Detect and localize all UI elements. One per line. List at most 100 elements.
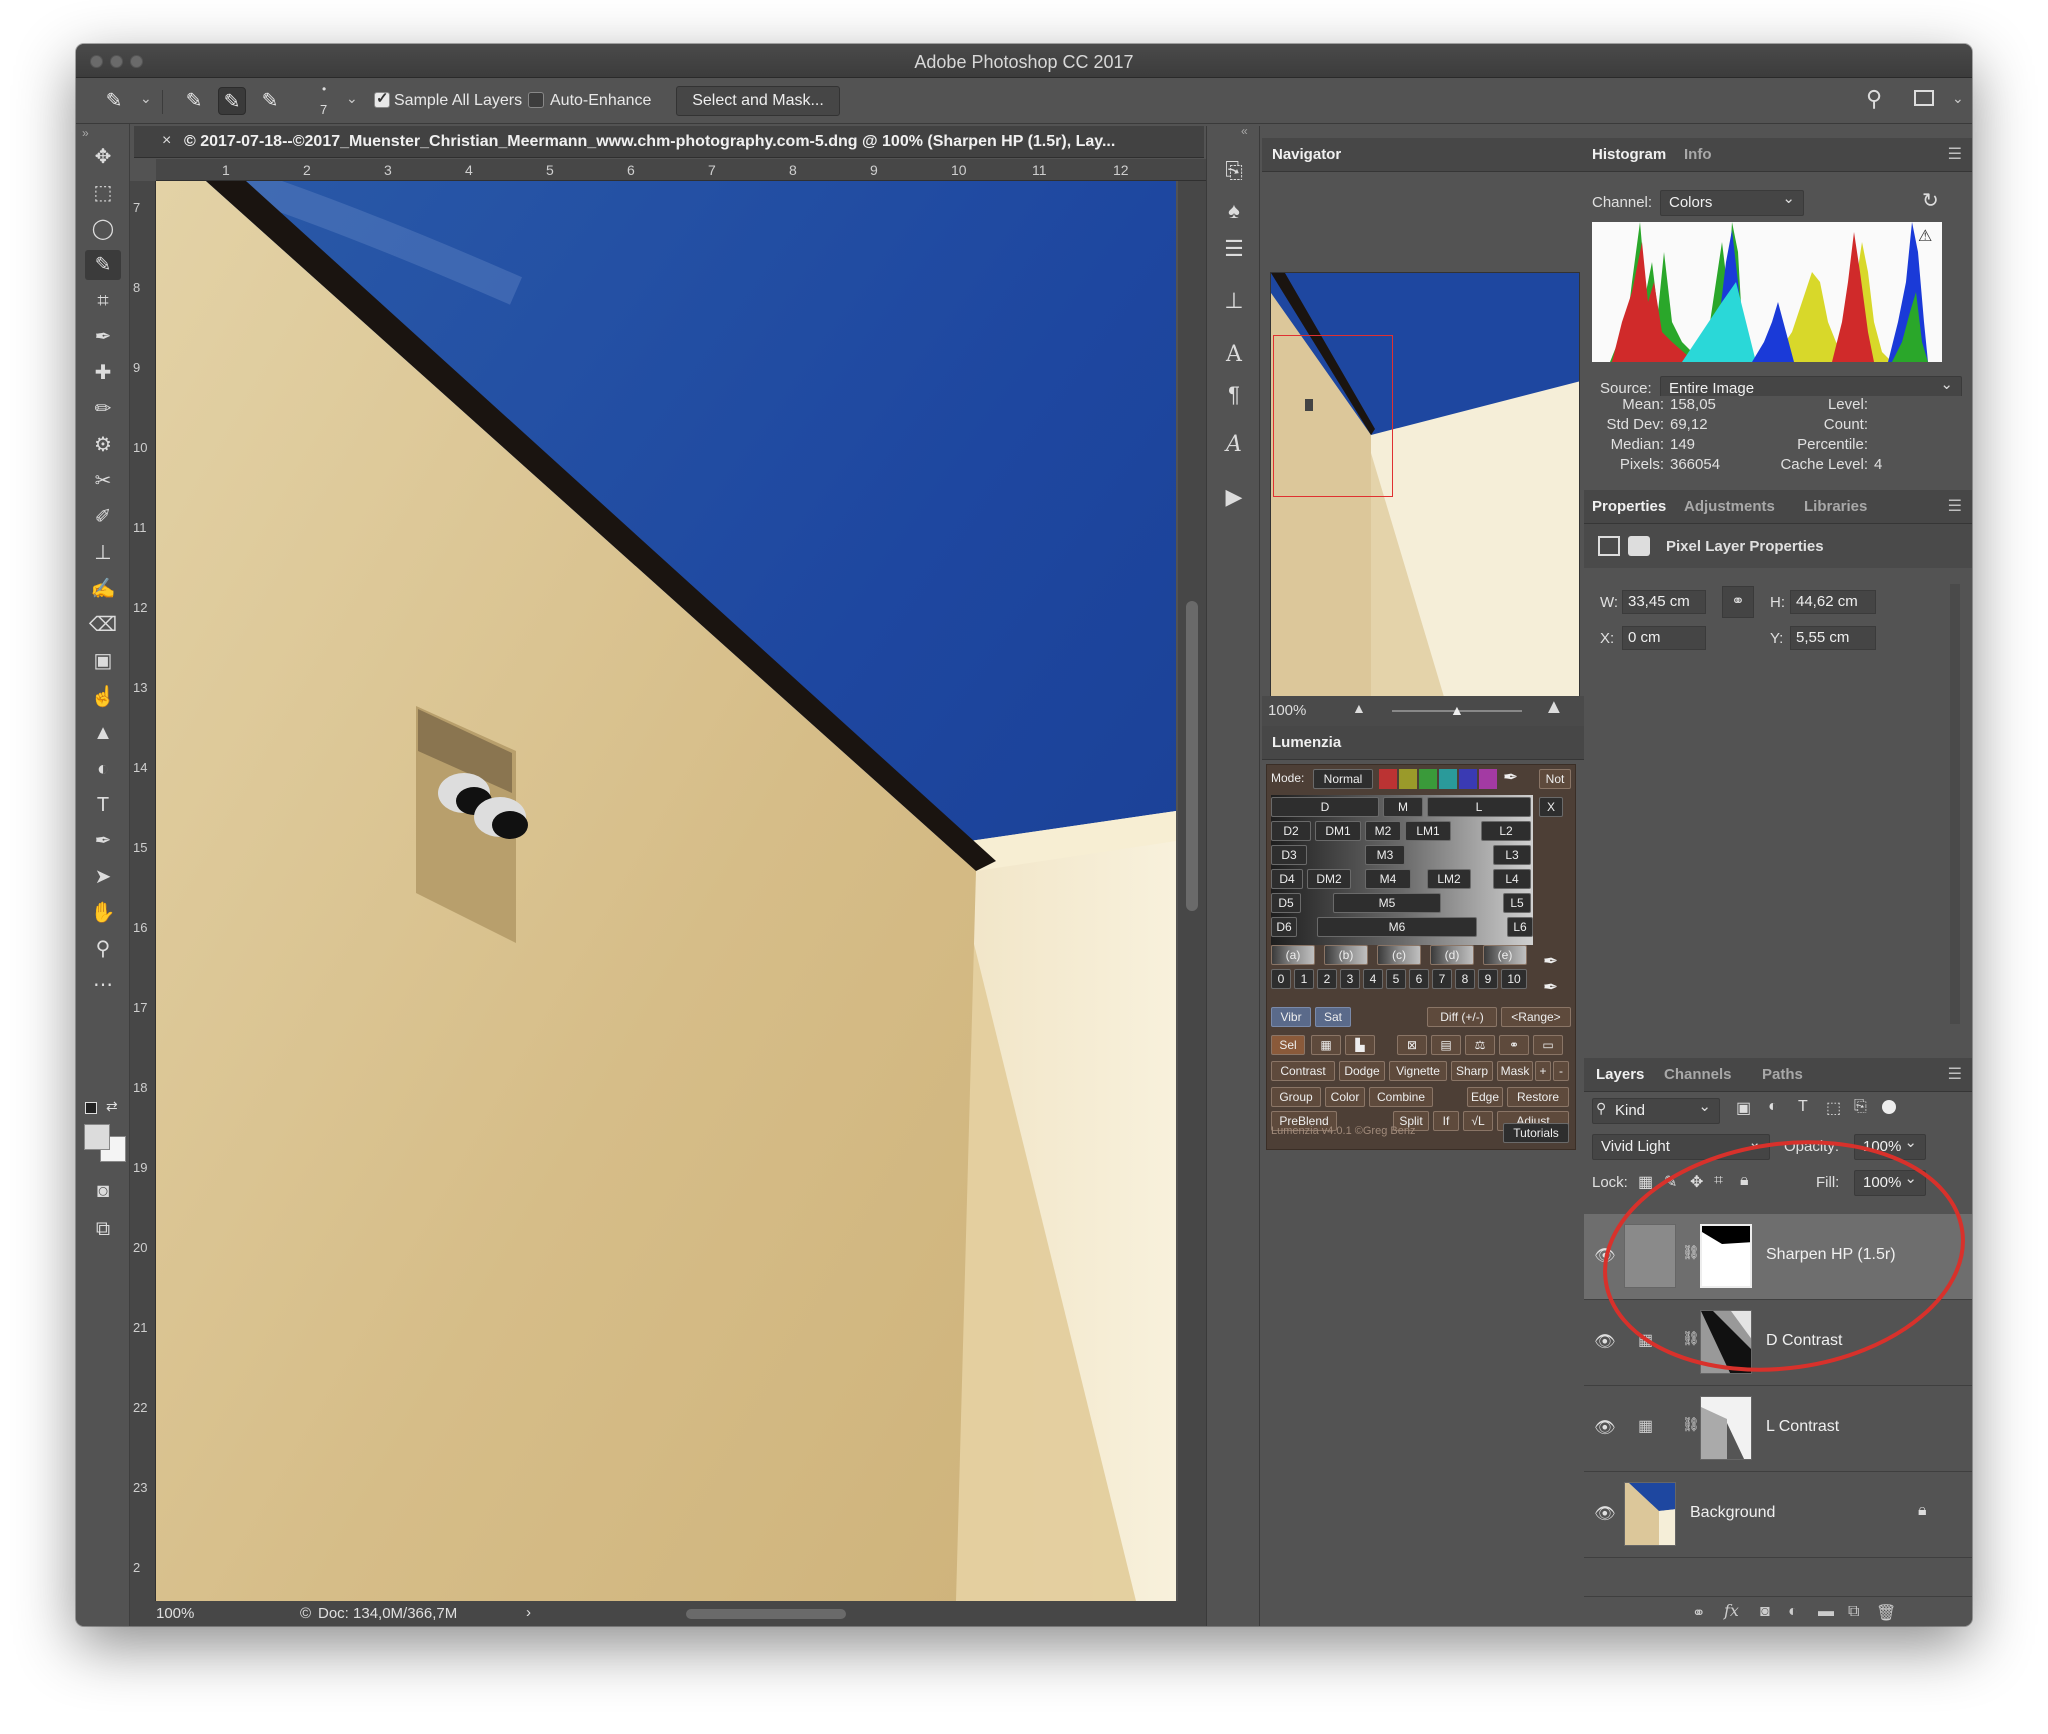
blue-swatch[interactable]: [1459, 769, 1477, 789]
lumenzia-action-button[interactable]: Color: [1325, 1087, 1365, 1107]
history-panel-icon[interactable]: ⎘: [1219, 156, 1249, 186]
search-icon[interactable]: ⚲: [1866, 86, 1882, 112]
tab-paths[interactable]: Paths: [1762, 1066, 1803, 1083]
x-field[interactable]: 0 cm: [1622, 626, 1706, 650]
visibility-eye-icon[interactable]: 👁︎: [1594, 1418, 1616, 1438]
layers-menu-icon[interactable]: ☰: [1948, 1064, 1962, 1084]
layer-mask-thumbnail[interactable]: [1700, 1396, 1752, 1460]
layer-filter-kind[interactable]: Kind: [1592, 1095, 1720, 1124]
blur-tool-icon[interactable]: ▲: [85, 718, 121, 748]
brush-size[interactable]: 7: [320, 102, 327, 117]
warning-icon[interactable]: ⚠: [1918, 226, 1932, 246]
tab-layers[interactable]: Layers: [1596, 1066, 1644, 1083]
red-swatch[interactable]: [1379, 769, 1397, 789]
lumenzia-action-button[interactable]: √L: [1463, 1111, 1493, 1131]
lumenzia-number-button[interactable]: 7: [1432, 969, 1452, 989]
lumenzia-levels-icon[interactable]: ▙: [1345, 1035, 1375, 1055]
lumenzia-zone-button[interactable]: L3: [1493, 845, 1531, 865]
tab-lumenzia[interactable]: Lumenzia: [1272, 734, 1341, 751]
lumenzia-zone-button[interactable]: D3: [1271, 845, 1307, 865]
layer-row[interactable]: 👁︎ ▦ ⛓ L Contrast: [1584, 1386, 1972, 1472]
lumenzia-not-button[interactable]: Not: [1539, 769, 1571, 789]
gradient-tool-icon[interactable]: ▣: [85, 646, 121, 676]
lumenzia-action-button[interactable]: Group: [1271, 1087, 1321, 1107]
magenta-swatch[interactable]: [1479, 769, 1497, 789]
mask-link-icon[interactable]: ⛓: [1682, 1416, 1700, 1433]
lumenzia-action-button[interactable]: +: [1535, 1061, 1551, 1081]
layer-name[interactable]: Sharpen HP (1.5r): [1766, 1246, 1896, 1264]
lumenzia-zone-button[interactable]: M: [1383, 797, 1423, 817]
mask-link-icon[interactable]: ⛓: [1682, 1244, 1700, 1261]
document-canvas[interactable]: [156, 181, 1176, 1601]
mask-link-icon[interactable]: ⛓: [1682, 1330, 1700, 1347]
lock-transparency-icon[interactable]: ▦: [1638, 1172, 1653, 1192]
lumenzia-zone-button[interactable]: LM2: [1427, 869, 1471, 889]
lumenzia-zone-button[interactable]: D: [1271, 797, 1379, 817]
new-layer-icon[interactable]: ⧉: [1848, 1603, 1859, 1621]
tab-navigator[interactable]: Navigator: [1272, 146, 1341, 163]
lumenzia-zone-button[interactable]: L5: [1503, 893, 1531, 913]
lumenzia-action-button[interactable]: Contrast: [1271, 1061, 1335, 1081]
zoom-in-icon[interactable]: ▲: [1544, 696, 1564, 719]
glyphs-panel-icon[interactable]: A: [1219, 430, 1249, 460]
curves-adjustment-icon[interactable]: ▦: [1638, 1416, 1653, 1436]
quick-selection-preset-icon[interactable]: ✎: [100, 87, 128, 115]
y-field[interactable]: 5,55 cm: [1790, 626, 1876, 650]
lumenzia-zone-button[interactable]: M4: [1365, 869, 1411, 889]
lock-all-icon[interactable]: 🔒︎: [1740, 1172, 1749, 1190]
lumenzia-dropper2-icon[interactable]: ✒: [1543, 951, 1558, 972]
stamp-tool-icon[interactable]: ⊥: [85, 538, 121, 568]
navigator-view-box[interactable]: [1273, 335, 1393, 497]
histogram-menu-icon[interactable]: ☰: [1948, 144, 1962, 164]
lumenzia-zone-button[interactable]: L: [1427, 797, 1531, 817]
lumenzia-zone-button[interactable]: M5: [1333, 893, 1441, 913]
swap-colors-icon[interactable]: ⇄: [106, 1098, 118, 1115]
tab-properties[interactable]: Properties: [1592, 498, 1666, 515]
lumenzia-number-button[interactable]: 2: [1317, 969, 1337, 989]
subtract-from-selection-icon[interactable]: ✎: [256, 87, 284, 115]
tab-channels[interactable]: Channels: [1664, 1066, 1732, 1083]
layer-row[interactable]: 👁︎ Background 🔒︎: [1584, 1472, 1972, 1558]
lumenzia-zone-button[interactable]: L6: [1507, 917, 1533, 937]
layer-row[interactable]: 👁︎ ▦ ⛓ D Contrast: [1584, 1300, 1972, 1386]
lumenzia-mode-select[interactable]: Normal: [1313, 769, 1373, 789]
lumenzia-action-button[interactable]: Sharp: [1451, 1061, 1493, 1081]
filter-type-icon[interactable]: T: [1798, 1098, 1808, 1116]
lumenzia-action-button[interactable]: Vignette: [1389, 1061, 1447, 1081]
horizontal-scrollbar-thumb[interactable]: [686, 1609, 846, 1619]
clone-stamp-tool-icon[interactable]: ⚙: [85, 430, 121, 460]
eraser-tool-icon[interactable]: ✐: [85, 502, 121, 532]
lumenzia-number-button[interactable]: 3: [1340, 969, 1360, 989]
lumenzia-action-button[interactable]: Mask: [1497, 1061, 1533, 1081]
clone-source-icon[interactable]: ⊥: [1219, 286, 1249, 316]
tab-adjustments[interactable]: Adjustments: [1684, 498, 1775, 515]
lumenzia-number-button[interactable]: 6: [1409, 969, 1429, 989]
move-tool-icon[interactable]: ✥: [85, 142, 121, 172]
mixer-brush-tool-icon[interactable]: ✍: [85, 574, 121, 604]
opacity-field[interactable]: 100%: [1854, 1131, 1926, 1160]
visibility-eye-icon[interactable]: 👁︎: [1594, 1332, 1616, 1352]
filter-adjustment-icon[interactable]: ◐: [1768, 1098, 1778, 1116]
path-selection-tool-icon[interactable]: ➤: [85, 862, 121, 892]
layer-row[interactable]: 👁︎ ⛓ Sharpen HP (1.5r): [1584, 1214, 1972, 1300]
healing-brush-tool-icon[interactable]: ✚: [85, 358, 121, 388]
lumenzia-sel-button[interactable]: Sel: [1271, 1035, 1305, 1055]
foreground-color-swatch[interactable]: [84, 1124, 110, 1150]
link-dimensions-icon[interactable]: ⚭: [1722, 586, 1754, 618]
lumenzia-zone-button[interactable]: M6: [1317, 917, 1477, 937]
zoom-tool-icon[interactable]: ⚲: [85, 934, 121, 964]
layer-mask-icon[interactable]: [1628, 536, 1650, 556]
lumenzia-letter-button[interactable]: (a): [1271, 945, 1315, 965]
lumenzia-curves-icon[interactable]: ▦: [1311, 1035, 1341, 1055]
lumenzia-number-button[interactable]: 8: [1455, 969, 1475, 989]
character-panel-icon[interactable]: A: [1219, 340, 1249, 370]
visibility-eye-icon[interactable]: 👁︎: [1594, 1504, 1616, 1524]
layer-name[interactable]: L Contrast: [1766, 1418, 1839, 1436]
lumenzia-action-button[interactable]: -: [1553, 1061, 1569, 1081]
lumenzia-zone-button[interactable]: D4: [1271, 869, 1303, 889]
lumenzia-number-button[interactable]: 10: [1501, 969, 1527, 989]
quick-mask-icon[interactable]: ◙: [85, 1176, 121, 1206]
lumenzia-zone-button[interactable]: L4: [1493, 869, 1531, 889]
channel-select[interactable]: Colors: [1660, 187, 1804, 216]
lumenzia-zone-button[interactable]: D2: [1271, 821, 1311, 841]
